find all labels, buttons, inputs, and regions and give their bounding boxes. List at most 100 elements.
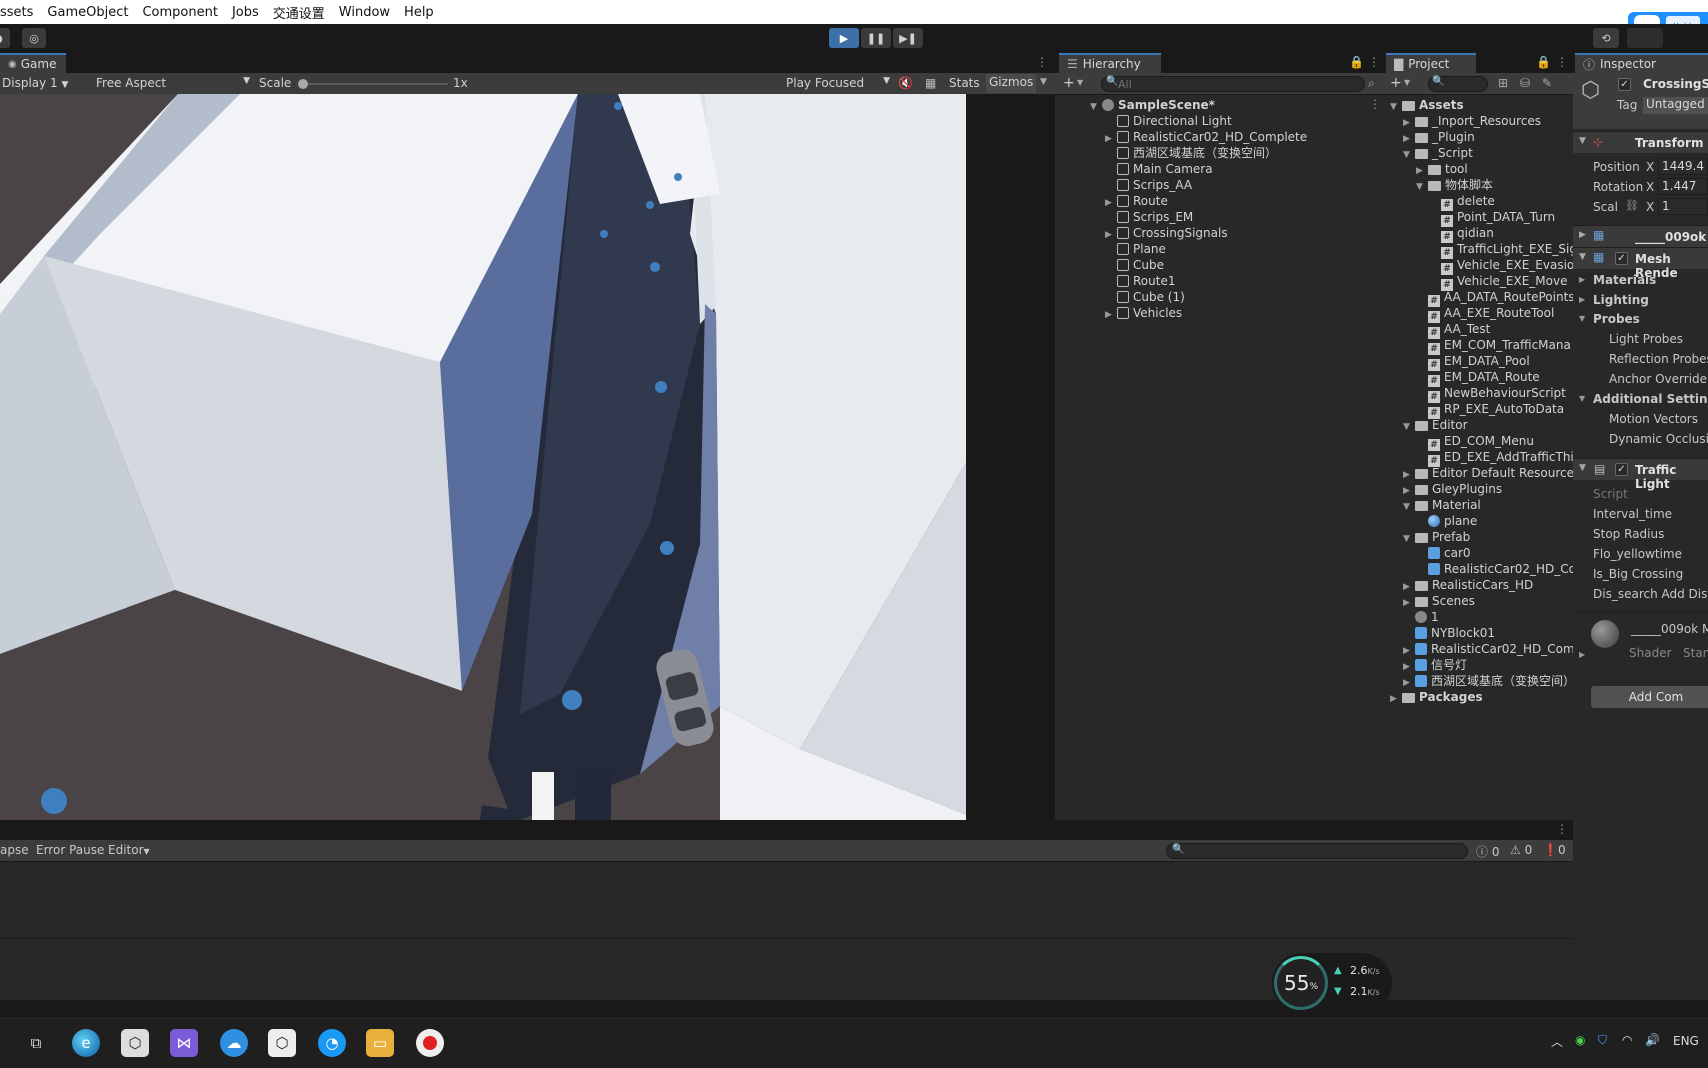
chevron-right-icon[interactable]: ▶ [1579, 295, 1585, 304]
chevron-down-icon[interactable]: ▼ [1390, 99, 1402, 115]
log-count-toggle[interactable]: ⓘ 0 [1476, 843, 1499, 860]
unity-editor-icon[interactable]: ⬡ [268, 1029, 296, 1057]
menu-traffic-settings[interactable]: 交通设置 [266, 3, 332, 22]
tab-project[interactable]: ▇ Project [1386, 53, 1476, 73]
mesh-renderer-header[interactable]: ▼ ▦ ✓ Mesh Rende [1573, 247, 1708, 280]
tab-hierarchy[interactable]: ☰ Hierarchy [1059, 53, 1161, 73]
rotation-x-field[interactable]: 1.447 [1658, 178, 1708, 195]
hierarchy-search-input[interactable] [1101, 76, 1365, 92]
project-item[interactable]: ▶ tool [1416, 161, 1468, 177]
console-search-input[interactable] [1166, 843, 1468, 859]
hierarchy-item[interactable]: ▶ Vehicles [1105, 305, 1182, 321]
gizmos-button[interactable]: Gizmos [986, 74, 1037, 93]
project-item[interactable]: ▼ Prefab [1403, 529, 1470, 545]
aspect-dropdown[interactable]: Free Aspect ▼ [96, 76, 250, 90]
game-menu-icon[interactable]: ⋮ [1036, 55, 1048, 69]
chevron-down-icon[interactable]: ▼ [1403, 499, 1415, 515]
project-item[interactable]: ▶ RealisticCars_HD [1403, 577, 1533, 593]
chevron-down-icon[interactable]: ▼ [1403, 419, 1415, 435]
menu-gameobject[interactable]: GameObject [40, 5, 135, 20]
project-item[interactable]: ▶ RealisticCar02_HD_Comp [1403, 641, 1573, 657]
pause-button[interactable]: ❚❚ [861, 28, 891, 48]
scale-x-field[interactable]: 1 [1658, 198, 1708, 215]
transform-header[interactable]: ▼ ⊹ Transform [1573, 131, 1708, 153]
tab-game[interactable]: ◉ Game [0, 53, 66, 73]
menu-help[interactable]: Help [397, 5, 441, 20]
favorite-icon[interactable]: ✎ [1542, 76, 1552, 90]
scene-root[interactable]: ▼ SampleScene* [1090, 97, 1215, 113]
chevron-right-icon[interactable]: ▶ [1105, 307, 1117, 323]
hierarchy-item[interactable]: 西湖区域基底（变换空间） [1105, 145, 1277, 161]
wifi-icon[interactable]: ◠ [1622, 1033, 1632, 1047]
qq-browser-icon[interactable]: ◔ [318, 1029, 346, 1057]
project-item[interactable]: ▶ _Plugin [1403, 129, 1475, 145]
console-menu-icon[interactable]: ⋮ [1556, 822, 1568, 836]
mute-audio-icon[interactable]: 🔇 [898, 76, 913, 90]
object-name-field[interactable]: CrossingSi [1643, 77, 1708, 91]
hierarchy-item[interactable]: ▶ Route [1105, 193, 1168, 209]
history-icon[interactable]: ⟲ [1593, 28, 1619, 48]
chevron-right-icon[interactable]: ▶ [1579, 650, 1585, 659]
chevron-down-icon[interactable]: ▼ [1579, 394, 1585, 403]
chevron-down-icon[interactable]: ▼ [1404, 78, 1410, 87]
scale-slider[interactable] [298, 79, 448, 89]
project-menu-icon[interactable]: ⋮ [1556, 55, 1568, 69]
project-item[interactable]: RealisticCar02_HD_Co [1416, 561, 1573, 577]
unity-hub-icon[interactable]: ⬡ [121, 1029, 149, 1057]
hierarchy-item[interactable]: Scrips_AA [1105, 177, 1192, 193]
editor-dropdown[interactable]: Editor▼ [108, 843, 150, 857]
volume-icon[interactable]: 🔊 [1645, 1033, 1660, 1047]
network-speed-widget[interactable]: 55% ▲ 2.6K/s ▼ 2.1K/s [1272, 953, 1392, 1013]
project-item[interactable]: # Point_DATA_Turn [1429, 209, 1555, 227]
menu-assets[interactable]: ssets [0, 5, 40, 20]
hierarchy-item[interactable]: Plane [1105, 241, 1166, 257]
collapse-button[interactable]: apse [0, 843, 29, 857]
play-button[interactable]: ▶ [829, 28, 859, 48]
chevron-down-icon[interactable]: ▼ [1403, 531, 1415, 547]
cloud-services-icon[interactable]: ◎ [22, 28, 46, 48]
hierarchy-item[interactable]: ▶ RealisticCar02_HD_Complete [1105, 129, 1307, 145]
tag-dropdown[interactable]: Untagged [1643, 97, 1708, 114]
project-item[interactable]: # Vehicle_EXE_Evasio [1429, 257, 1573, 275]
cloud-drive-icon[interactable]: ☁ [220, 1029, 248, 1057]
materials-foldout[interactable]: Materials [1593, 273, 1656, 287]
edge-browser-icon[interactable]: e [72, 1029, 100, 1057]
traffic-light-checkbox[interactable]: ✓ [1615, 463, 1628, 476]
project-item[interactable]: ▶ GleyPlugins [1403, 481, 1502, 497]
project-item[interactable]: ▶ Scenes [1403, 593, 1475, 609]
account-icon[interactable]: ● [0, 28, 10, 48]
project-item[interactable]: # EM_DATA_Pool [1416, 353, 1530, 371]
hierarchy-item[interactable]: ▶ CrossingSignals [1105, 225, 1228, 241]
active-checkbox[interactable]: ✓ [1618, 78, 1631, 91]
project-item[interactable]: # NewBehaviourScript [1416, 385, 1566, 403]
project-item[interactable]: # EM_COM_TrafficMana [1416, 337, 1571, 355]
game-viewport[interactable] [0, 94, 966, 820]
additional-settings-foldout[interactable]: Additional Settings [1593, 392, 1708, 406]
step-button[interactable]: ▶❚ [893, 28, 923, 48]
tab-inspector[interactable]: ⓘ Inspector [1575, 53, 1708, 73]
chevron-down-icon[interactable]: ▼ [1579, 463, 1586, 473]
project-item[interactable]: ▼ 物体脚本 [1416, 177, 1493, 193]
hierarchy-item[interactable]: Directional Light [1105, 113, 1232, 129]
play-mode-dropdown[interactable]: Play Focused ▼ [786, 76, 890, 90]
hierarchy-item[interactable]: Scrips_EM [1105, 209, 1193, 225]
project-item[interactable]: # qidian [1429, 225, 1494, 243]
project-item[interactable]: # AA_Test [1416, 321, 1490, 339]
project-item[interactable]: ▶ Packages [1390, 689, 1483, 705]
visual-studio-icon[interactable]: ⋈ [170, 1029, 198, 1057]
position-x-field[interactable]: 1449.4 [1658, 158, 1708, 175]
chevron-down-icon[interactable]: ▼ [1090, 99, 1102, 115]
project-item[interactable]: ▶ Editor Default Resources [1403, 465, 1573, 481]
hierarchy-menu-icon[interactable]: ⋮ [1368, 55, 1380, 69]
project-item[interactable]: ▼ Assets [1390, 97, 1464, 113]
project-item[interactable]: # AA_EXE_RouteTool [1416, 305, 1554, 323]
scale-slider-handle[interactable] [298, 79, 308, 89]
project-item[interactable]: # Vehicle_EXE_Move [1429, 273, 1567, 291]
project-item[interactable]: 1 [1403, 609, 1439, 625]
chevron-down-icon[interactable]: ▼ [1579, 314, 1585, 323]
chevron-up-icon[interactable]: ︿ [1551, 1033, 1563, 1050]
language-indicator[interactable]: ENG [1673, 1034, 1699, 1048]
warning-count-toggle[interactable]: ⚠ 0 [1510, 843, 1532, 857]
filter-label-icon[interactable]: ⛁ [1520, 76, 1530, 90]
layers-dropdown[interactable] [1627, 28, 1663, 48]
